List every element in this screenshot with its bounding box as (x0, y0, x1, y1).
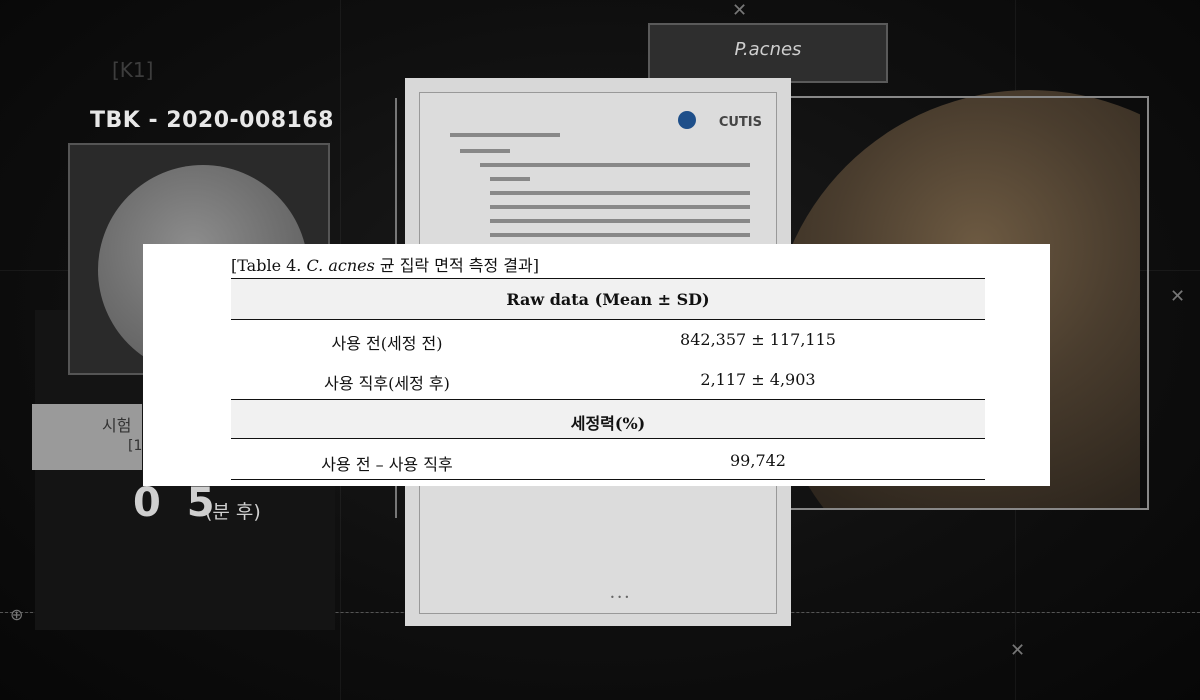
row-value: 99,742 (730, 451, 786, 470)
doc-text-line (450, 133, 560, 137)
doc-text-line (490, 177, 530, 181)
star-icon: ✕ (732, 0, 748, 21)
side-label: 시험 (102, 416, 132, 435)
organism-label-box: P.acnes (648, 23, 888, 83)
caption-prefix: [Table 4. (231, 256, 307, 275)
doc-text-line (480, 163, 750, 167)
table-rule (231, 438, 985, 439)
doc-brand: CUTIS (718, 115, 762, 130)
cutis-logo-icon (678, 111, 696, 129)
crosshair-icon: ⊕ (10, 605, 24, 624)
row-label: 사용 직후(세정 후) (324, 374, 450, 393)
caption-species: C. acnes (306, 256, 375, 275)
table-bottom-rule (231, 479, 985, 480)
organism-label: P.acnes (734, 39, 802, 60)
table-caption: [Table 4. C. acnes 균 집락 면적 측정 결과] (231, 252, 539, 276)
row-label: 사용 전 – 사용 직후 (321, 455, 453, 474)
star-icon: ✕ (1010, 640, 1026, 661)
table-rule (231, 319, 985, 320)
side-label-sub: [1 (128, 438, 143, 454)
page-number: • • • (610, 593, 630, 602)
caption-suffix: 균 집락 면적 측정 결과] (374, 256, 539, 275)
time-unit: (분 후) (205, 501, 261, 523)
doc-text-line (460, 149, 510, 153)
doc-text-line (490, 233, 750, 237)
k1-label: [K1] (112, 58, 154, 82)
row-value: 2,117 ± 4,903 (700, 370, 816, 389)
row-label: 사용 전(세정 전) (331, 334, 443, 353)
result-table-panel: [Table 4. C. acnes 균 집락 면적 측정 결과] Raw da… (143, 244, 1050, 486)
section1-header: Raw data (Mean ± SD) (506, 290, 710, 309)
section2-header: 세정력(%) (570, 414, 646, 433)
row-value: 842,357 ± 117,115 (680, 330, 836, 349)
star-icon: ✕ (1170, 286, 1186, 307)
doc-text-line (490, 219, 750, 223)
case-id: TBK - 2020-008168 (90, 108, 334, 133)
doc-text-line (490, 205, 750, 209)
doc-text-line (490, 191, 750, 195)
